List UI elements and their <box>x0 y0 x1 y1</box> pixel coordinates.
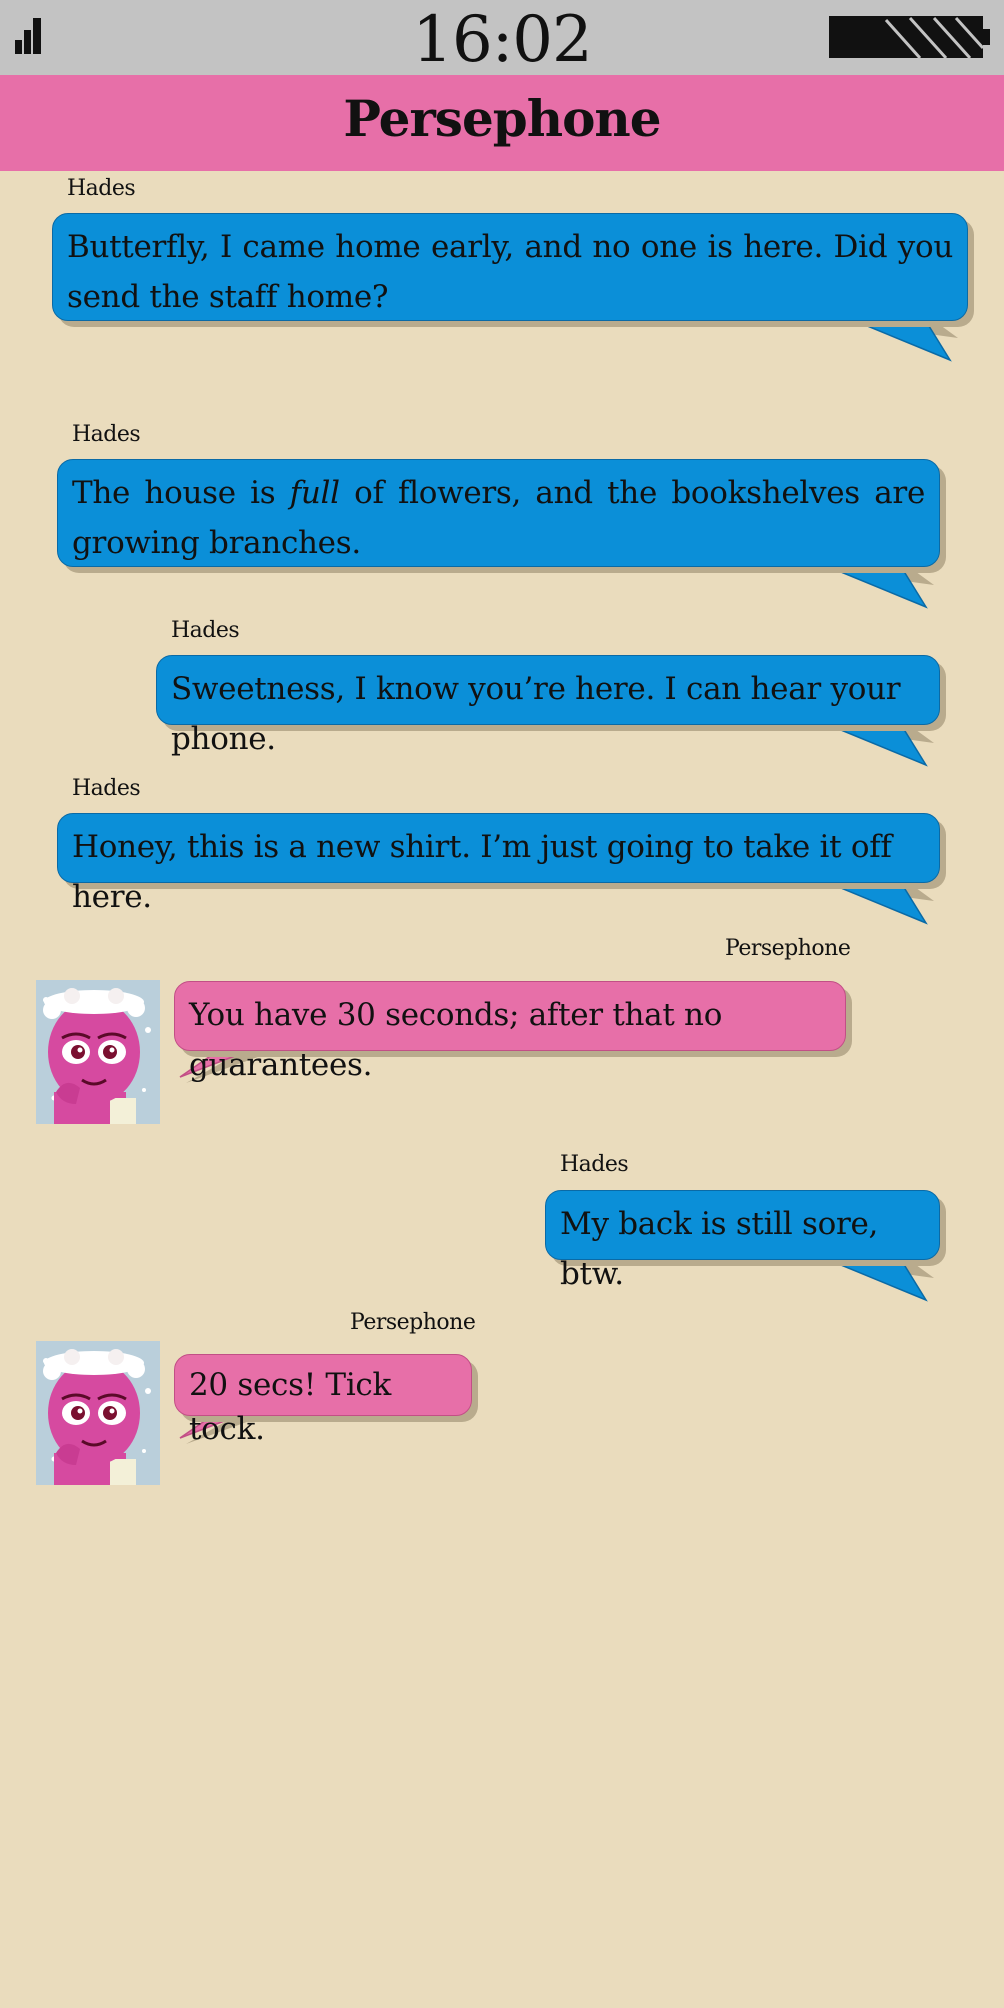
battery-icon <box>829 16 990 60</box>
message-sender: Hades <box>171 618 240 643</box>
conversation-title: Persephone <box>343 89 661 148</box>
message-text: My back is still sore, btw. <box>560 1206 879 1292</box>
message-bubble[interactable]: My back is still sore, btw. <box>545 1190 940 1292</box>
message-text-part: The house is <box>72 475 290 511</box>
message-sender: Hades <box>560 1152 629 1177</box>
message-sender: Persephone <box>350 1310 476 1335</box>
message-bubble[interactable]: 20 secs! Tick tock. <box>174 1354 472 1447</box>
message-text: The house is full of flowers, and the bo… <box>72 468 925 568</box>
message-text: Sweetness, I know you’re here. I can hea… <box>171 671 901 757</box>
message-bubble[interactable]: You have 30 seconds; after that no guara… <box>174 981 846 1083</box>
message-sender: Hades <box>67 176 136 201</box>
message-text: 20 secs! Tick tock. <box>189 1367 391 1447</box>
message-sender: Hades <box>72 776 141 801</box>
message-bubble[interactable]: Honey, this is a new shirt. I’m just goi… <box>57 813 940 915</box>
message-bubble[interactable]: The house is full of flowers, and the bo… <box>57 459 940 567</box>
message-text: Butterfly, I came home early, and no one… <box>67 229 953 315</box>
message-bubble[interactable]: Sweetness, I know you’re here. I can hea… <box>156 655 940 757</box>
message-bubble[interactable]: Butterfly, I came home early, and no one… <box>52 213 968 321</box>
message-sender: Persephone <box>725 936 851 961</box>
status-bar: 16:02 <box>0 0 1004 77</box>
message-text-emphasis: full <box>289 475 340 511</box>
conversation-header: Persephone <box>0 75 1004 171</box>
persephone-avatar[interactable] <box>36 1341 160 1485</box>
message-sender: Hades <box>72 422 141 447</box>
persephone-avatar[interactable] <box>36 980 160 1124</box>
message-text: You have 30 seconds; after that no guara… <box>189 997 723 1083</box>
message-text: Honey, this is a new shirt. I’m just goi… <box>72 829 892 915</box>
